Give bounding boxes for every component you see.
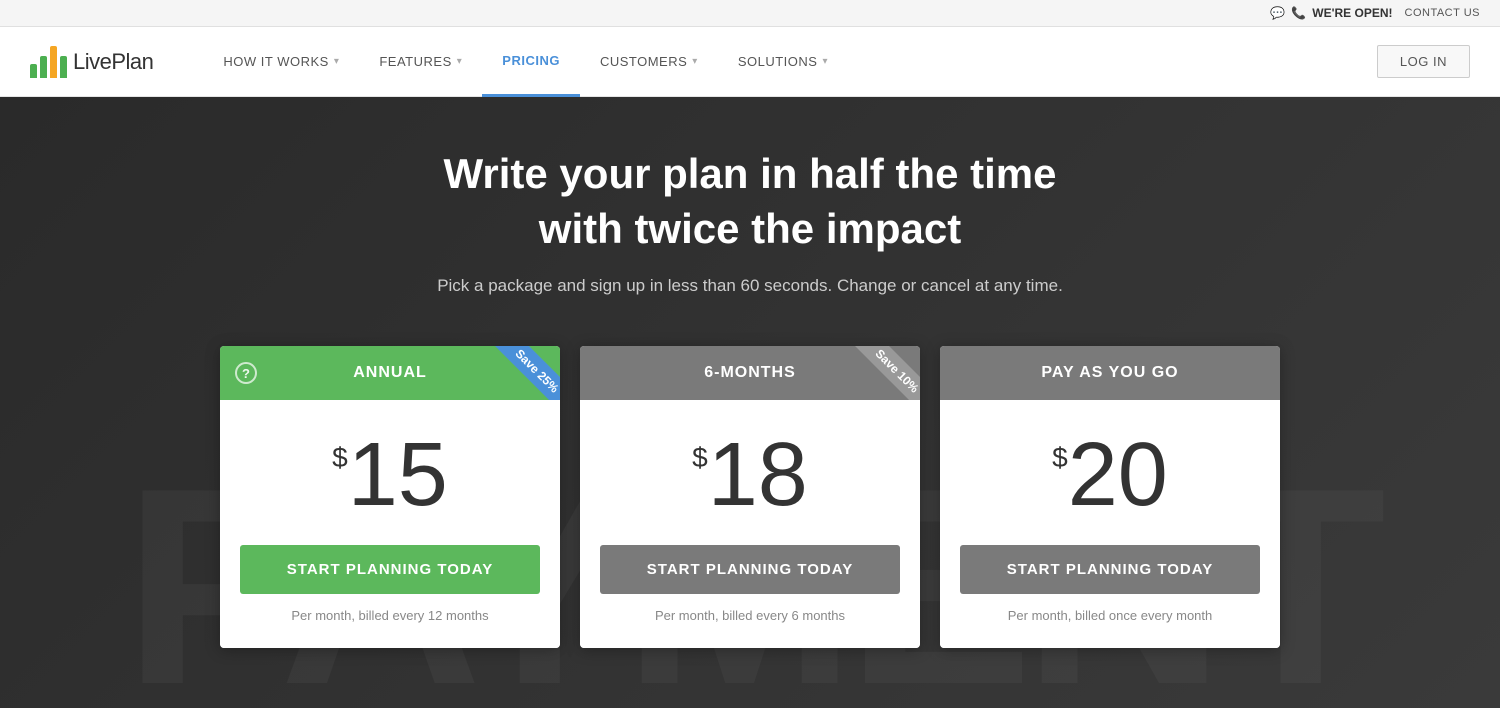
card-body-six-months: $ 18 START PLANNING TODAY Per month, bil…	[580, 400, 920, 648]
nav-links: HOW IT WORKS ▾ FEATURES ▾ PRICING CUSTOM…	[203, 27, 1377, 97]
chat-icon: 💬	[1270, 6, 1285, 20]
chevron-down-icon: ▾	[822, 56, 828, 67]
nav-item-solutions[interactable]: SOLUTIONS ▾	[718, 27, 848, 97]
card-header-pay-as-you-go: PAY AS YOU GO	[940, 346, 1280, 400]
six-months-billing: Per month, billed every 6 months	[655, 608, 845, 623]
pricing-grid: ? ANNUAL Save 25% $ 15 START PLANNING TO…	[200, 346, 1300, 648]
nav-right: LOG IN	[1377, 45, 1470, 78]
annual-billing: Per month, billed every 12 months	[291, 608, 488, 623]
six-months-price: $ 18	[692, 430, 808, 520]
top-bar: 💬 📞 WE'RE OPEN! CONTACT US	[0, 0, 1500, 27]
chevron-down-icon: ▾	[692, 56, 698, 67]
pricing-card-six-months: 6-MONTHS Save 10% $ 18 START PLANNING TO…	[580, 346, 920, 648]
chevron-down-icon: ▾	[334, 56, 340, 67]
annual-amount: 15	[348, 430, 448, 520]
pay-as-you-go-amount: 20	[1068, 430, 1168, 520]
hero-section: PAYMENT Write your plan in half the time…	[0, 97, 1500, 708]
logo-icon	[30, 46, 67, 78]
logo-bar-4	[60, 56, 67, 78]
annual-currency: $	[332, 442, 348, 474]
pay-as-you-go-start-btn[interactable]: START PLANNING TODAY	[960, 545, 1260, 594]
pay-as-you-go-billing: Per month, billed once every month	[1008, 608, 1213, 623]
nav-item-features[interactable]: FEATURES ▾	[359, 27, 482, 97]
six-months-header-title: 6-MONTHS	[704, 364, 796, 382]
contact-us-link[interactable]: CONTACT US	[1405, 7, 1481, 19]
nav-item-pricing[interactable]: PRICING	[482, 27, 580, 97]
ribbon-label-six-months: Save 10%	[853, 346, 920, 400]
card-header-annual: ? ANNUAL Save 25%	[220, 346, 560, 400]
card-body-pay-as-you-go: $ 20 START PLANNING TODAY Per month, bil…	[940, 400, 1280, 648]
six-months-currency: $	[692, 442, 708, 474]
chevron-down-icon: ▾	[457, 56, 463, 67]
six-months-start-btn[interactable]: START PLANNING TODAY	[600, 545, 900, 594]
annual-price: $ 15	[332, 430, 448, 520]
login-button[interactable]: LOG IN	[1377, 45, 1470, 78]
logo-bar-2	[40, 56, 47, 78]
open-status: 💬 📞 WE'RE OPEN!	[1270, 6, 1392, 20]
pricing-card-pay-as-you-go: PAY AS YOU GO $ 20 START PLANNING TODAY …	[940, 346, 1280, 648]
hero-subtitle: Pick a package and sign up in less than …	[437, 276, 1063, 296]
nav-item-customers[interactable]: CUSTOMERS ▾	[580, 27, 718, 97]
ribbon-label-annual: Save 25%	[493, 346, 560, 400]
ribbon-six-months: Save 10%	[835, 346, 920, 400]
logo-text: LivePlan	[73, 49, 153, 75]
card-body-annual: $ 15 START PLANNING TODAY Per month, bil…	[220, 400, 560, 648]
hero-headline: Write your plan in half the time with tw…	[444, 147, 1057, 256]
phone-icon: 📞	[1291, 6, 1306, 20]
logo-bar-1	[30, 64, 37, 78]
nav-item-how-it-works[interactable]: HOW IT WORKS ▾	[203, 27, 359, 97]
pay-as-you-go-price: $ 20	[1052, 430, 1168, 520]
annual-header-title: ANNUAL	[353, 364, 427, 382]
help-icon-annual[interactable]: ?	[235, 362, 257, 384]
card-header-six-months: 6-MONTHS Save 10%	[580, 346, 920, 400]
pay-as-you-go-currency: $	[1052, 442, 1068, 474]
annual-start-btn[interactable]: START PLANNING TODAY	[240, 545, 540, 594]
pay-as-you-go-header-title: PAY AS YOU GO	[1041, 364, 1178, 382]
six-months-amount: 18	[708, 430, 808, 520]
pricing-card-annual: ? ANNUAL Save 25% $ 15 START PLANNING TO…	[220, 346, 560, 648]
logo[interactable]: LivePlan	[30, 46, 153, 78]
logo-bar-3	[50, 46, 57, 78]
ribbon-annual: Save 25%	[475, 346, 560, 400]
navbar: LivePlan HOW IT WORKS ▾ FEATURES ▾ PRICI…	[0, 27, 1500, 97]
